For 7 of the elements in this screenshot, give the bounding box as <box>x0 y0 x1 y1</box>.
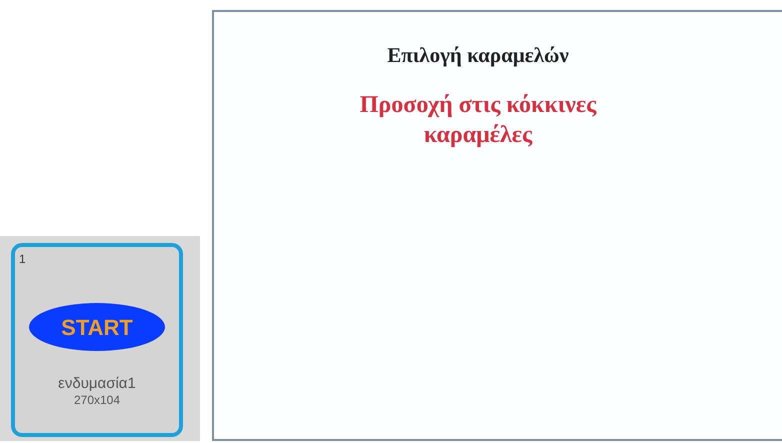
costume-number: 1 <box>19 251 26 268</box>
warning-text: Προσοχή στις κόκκινες καραμέλες <box>358 90 598 150</box>
start-button-image: START <box>28 302 166 352</box>
costume-name: ενδυμασία1 <box>58 376 136 392</box>
stage-title: Επιλογή καραμελών <box>387 42 569 69</box>
costume-thumbnail[interactable]: 1 START ενδυμασία1 270x104 <box>11 243 183 437</box>
costume-size: 270x104 <box>74 392 120 407</box>
